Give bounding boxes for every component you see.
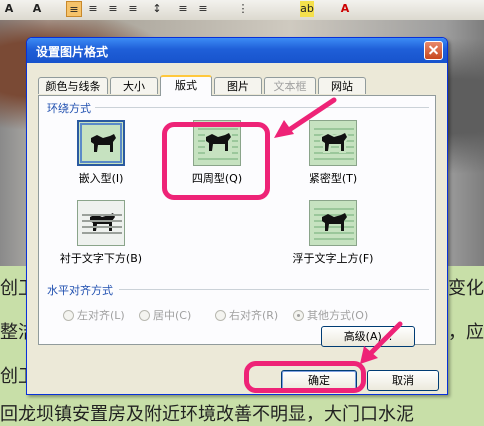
radio-dot (293, 310, 304, 321)
align-left-button[interactable]: ≡ (66, 1, 82, 17)
wrap-option-behind[interactable]: 衬于文字下方(B) (59, 200, 143, 266)
inline-icon (77, 120, 125, 166)
bullets-button[interactable]: ≡ (196, 1, 210, 17)
highlight-font-button[interactable]: A (30, 1, 44, 17)
align-left-label: 左对齐(L) (77, 309, 125, 322)
align-left-radio: 左对齐(L) (63, 307, 125, 323)
wrap-section-label: 环绕方式 (47, 100, 95, 116)
tab-layout[interactable]: 版式 (160, 75, 212, 96)
ok-button-highlight (244, 361, 366, 393)
radio-dot (139, 310, 150, 321)
arrow-to-ok-icon (360, 321, 403, 364)
wrap-option-inline[interactable]: 嵌入型(I) (66, 120, 136, 186)
indent-button[interactable]: ⋮ (236, 1, 250, 17)
word-toolbar: A A ≡ ≡ ≡ ≡ ↕ ≡ ≡ ⋮ ab A (0, 0, 484, 21)
doc-line-4: 回龙坝镇安置房及附近环境改善不明显，大门口水泥 (0, 404, 414, 425)
wrap-label-behind: 衬于文字下方(B) (59, 252, 143, 265)
tab-size[interactable]: 大小 (110, 77, 158, 94)
tab-textbox: 文本框 (264, 77, 316, 94)
align-center-label: 居中(C) (153, 309, 192, 322)
align-center-radio: 居中(C) (139, 307, 191, 323)
numbering-button[interactable]: ≡ (176, 1, 190, 17)
tab-colors-lines[interactable]: 颜色与线条 (38, 77, 108, 94)
text-color-button[interactable]: A (338, 1, 352, 17)
square-option-highlight (162, 122, 270, 200)
align-section-label: 水平对齐方式 (47, 282, 117, 298)
tab-picture[interactable]: 图片 (214, 77, 262, 94)
line-spacing-button[interactable]: ↕ (150, 1, 164, 17)
align-right-label: 右对齐(R) (229, 309, 279, 322)
align-right-button[interactable]: ≡ (106, 1, 120, 17)
dialog-titlebar[interactable]: 设置图片格式 (27, 38, 447, 63)
arrow-to-square-icon (274, 97, 337, 138)
align-center-button[interactable]: ≡ (86, 1, 100, 17)
close-icon[interactable] (424, 41, 443, 60)
wrap-section-divider (89, 107, 429, 108)
cancel-button[interactable]: 取消 (367, 370, 439, 391)
justify-button[interactable]: ≡ (126, 1, 140, 17)
dialog-title: 设置图片格式 (36, 45, 109, 59)
align-right-radio: 右对齐(R) (215, 307, 278, 323)
highlight-button[interactable]: ab (300, 1, 314, 17)
wrap-label-tight: 紧密型(T) (308, 172, 358, 185)
behind-text-icon (77, 200, 125, 246)
wrap-label-in-front: 浮于文字上方(F) (292, 252, 374, 265)
wrap-option-in-front[interactable]: 浮于文字上方(F) (291, 200, 375, 266)
wrap-label-inline: 嵌入型(I) (78, 172, 124, 185)
radio-dot (215, 310, 226, 321)
align-section-divider (119, 289, 429, 290)
radio-dot (63, 310, 74, 321)
tab-web[interactable]: 网站 (318, 77, 366, 94)
tab-strip: 颜色与线条 大小 版式 图片 文本框 网站 (38, 75, 438, 96)
in-front-icon (309, 200, 357, 246)
font-color-button[interactable]: A (2, 1, 16, 17)
